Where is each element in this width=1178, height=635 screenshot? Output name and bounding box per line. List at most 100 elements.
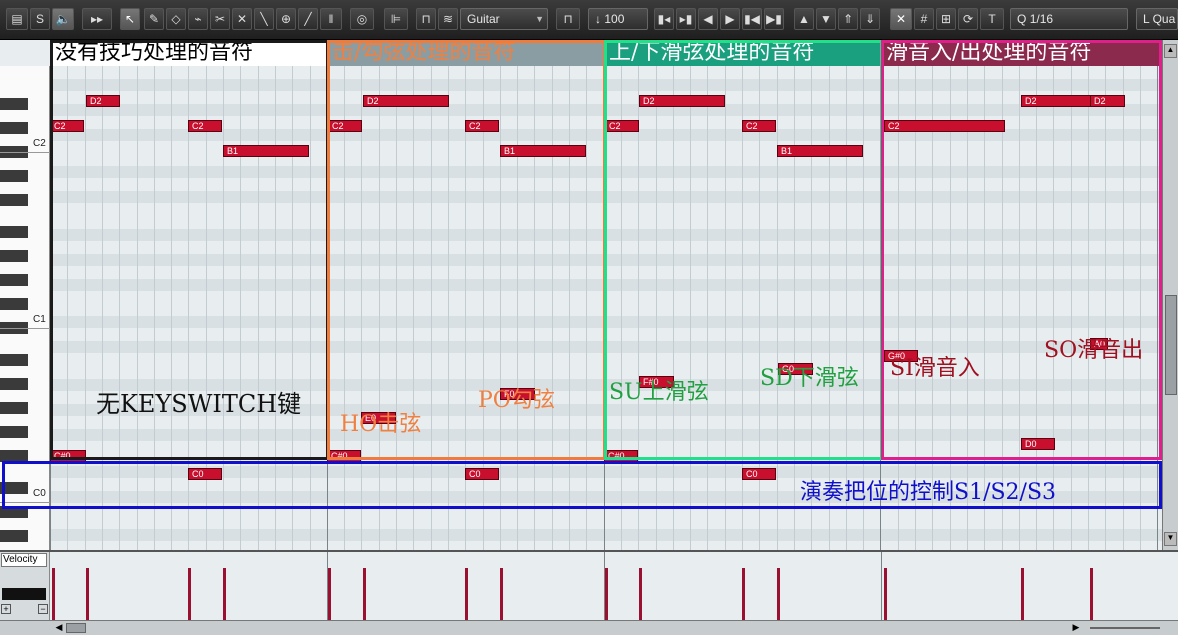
step-input-icon[interactable]: ⊓ <box>416 8 436 30</box>
remove-lane-icon[interactable]: − <box>38 604 48 614</box>
time-warp-icon[interactable]: ‖ <box>320 8 342 30</box>
octave-up-icon[interactable]: ⇑ <box>838 8 858 30</box>
velocity-bar[interactable] <box>639 568 642 620</box>
prev-event-icon[interactable]: ◀ <box>698 8 718 30</box>
next-event-icon[interactable]: ▶ <box>720 8 740 30</box>
snap-type-icon[interactable]: T <box>980 8 1004 30</box>
black-key[interactable] <box>0 426 28 438</box>
black-key[interactable] <box>0 354 28 366</box>
black-key[interactable] <box>0 530 28 542</box>
velocity-icon: ↓ <box>595 12 601 26</box>
section-box-hammer-pull <box>327 40 606 460</box>
velocity-bar[interactable] <box>884 568 887 620</box>
quantize-type-select[interactable]: L Qua <box>1136 8 1178 30</box>
nudge-right-icon[interactable]: ▶▮ <box>764 8 784 30</box>
black-key[interactable] <box>0 194 28 206</box>
section-box-slide-in-out <box>881 40 1162 460</box>
scroll-right-icon[interactable]: ▶ <box>1070 622 1082 634</box>
zoom-slider[interactable] <box>1090 627 1160 629</box>
controller-type-select[interactable]: Velocity <box>1 553 47 567</box>
black-key[interactable] <box>0 122 28 134</box>
velocity-bar[interactable] <box>188 568 191 620</box>
annotation-position-control: 演奏把位的控制S1/S2/S3 <box>800 480 1057 505</box>
transpose-up-icon[interactable]: ▲ <box>794 8 814 30</box>
black-key[interactable] <box>0 298 28 310</box>
octave-divider <box>0 328 50 329</box>
quantize-grid-icon[interactable]: ⊞ <box>936 8 956 30</box>
black-key[interactable] <box>0 170 28 182</box>
velocity-bar[interactable] <box>328 568 331 620</box>
black-key-row <box>50 528 1162 541</box>
object-selection-tool-icon[interactable]: ↖ <box>120 8 140 30</box>
snap-icon[interactable]: ✕ <box>890 8 912 30</box>
solo-button[interactable]: S <box>30 8 50 30</box>
velocity-bar[interactable] <box>465 568 468 620</box>
black-key[interactable] <box>0 378 28 390</box>
controller-lane[interactable]: Velocity + − <box>0 550 1178 622</box>
octave-down-icon[interactable]: ⇓ <box>860 8 880 30</box>
vertical-scroll-thumb[interactable] <box>1165 295 1177 395</box>
horizontal-scroll-thumb[interactable] <box>66 623 86 633</box>
velocity-bar[interactable] <box>605 568 608 620</box>
zoom-tool-icon[interactable]: ⊕ <box>276 8 296 30</box>
annotation-slide-in: SI滑音入 <box>890 356 980 381</box>
line-tool-icon[interactable]: ╲ <box>254 8 274 30</box>
velocity-bar[interactable] <box>777 568 780 620</box>
nudge-left-icon[interactable]: ▮◀ <box>742 8 762 30</box>
vertical-scrollbar[interactable]: ▲ ▼ <box>1162 40 1178 550</box>
black-key[interactable] <box>0 402 28 414</box>
erase-tool-icon[interactable]: ◇ <box>166 8 186 30</box>
mute-tool-icon[interactable]: ✕ <box>232 8 252 30</box>
autoscroll-icon[interactable]: ▸▸ <box>82 8 112 30</box>
transpose-down-icon[interactable]: ▼ <box>816 8 836 30</box>
annotation-slide-down: SD下滑弦 <box>760 366 859 391</box>
key-editor: 1234223432344234 C2C1C0 D2C2C2B1D2C2C2B1… <box>0 40 1178 566</box>
goto-start-icon[interactable]: ▮◂ <box>654 8 674 30</box>
annotation-no-keyswitch: 无KEYSWITCH键 <box>96 390 302 418</box>
controller-display <box>2 588 46 600</box>
black-key[interactable] <box>0 98 28 110</box>
velocity-bar[interactable] <box>742 568 745 620</box>
draw-tool-icon[interactable]: ✎ <box>144 8 164 30</box>
quantize-select[interactable]: Q 1/16 <box>1010 8 1128 30</box>
velocity-bar[interactable] <box>1021 568 1024 620</box>
add-lane-icon[interactable]: + <box>1 604 11 614</box>
black-key[interactable] <box>0 274 28 286</box>
grid-icon[interactable]: # <box>914 8 934 30</box>
insert-velocity-icon[interactable]: ⊓ <box>556 8 580 30</box>
velocity-field[interactable]: ↓ 100 <box>588 8 648 30</box>
chevron-down-icon: ▼ <box>535 14 544 24</box>
goto-end-icon[interactable]: ▸▮ <box>676 8 696 30</box>
scroll-up-icon[interactable]: ▲ <box>1164 44 1177 58</box>
velocity-bar[interactable] <box>363 568 366 620</box>
acoustic-feedback-icon[interactable]: 🔈 <box>52 8 74 30</box>
toolbar: ▤ S 🔈 ▸▸ ↖ ✎ ◇ ⌁ ✂ ✕ ╲ ⊕ ╱ ‖ ◎ ⊫ ⊓ ≋ Gui… <box>0 0 1178 40</box>
lane-bar-line <box>327 552 328 622</box>
line-draw-icon[interactable]: ╱ <box>298 8 318 30</box>
trim-tool-icon[interactable]: ⌁ <box>188 8 208 30</box>
lane-bar-line <box>881 552 882 622</box>
velocity-bar[interactable] <box>52 568 55 620</box>
velocity-bar[interactable] <box>1090 568 1093 620</box>
annotation-hammer-on: HO击弦 <box>340 412 422 437</box>
horizontal-scrollbar[interactable]: ◀ ▶ <box>0 620 1178 635</box>
scroll-left-icon[interactable]: ◀ <box>52 622 66 634</box>
split-tool-icon[interactable]: ✂ <box>210 8 230 30</box>
show-info-icon[interactable]: ▤ <box>6 8 28 30</box>
track-icon[interactable]: ≋ <box>438 8 458 30</box>
velocity-bar[interactable] <box>500 568 503 620</box>
black-key[interactable] <box>0 250 28 262</box>
quantize-value: 1/16 <box>1029 12 1054 26</box>
black-key[interactable] <box>0 226 28 238</box>
colorize-icon[interactable]: ◎ <box>350 8 374 30</box>
key-label: C1 <box>33 314 46 325</box>
track-select[interactable]: Guitar ▼ <box>460 8 548 30</box>
velocity-area[interactable] <box>50 552 1162 622</box>
independent-track-loop-icon[interactable]: ⊫ <box>384 8 408 30</box>
scroll-down-icon[interactable]: ▼ <box>1164 532 1177 546</box>
annotation-slide-up: SU上滑弦 <box>609 380 709 405</box>
velocity-bar[interactable] <box>223 568 226 620</box>
quantize-type-label: Qua <box>1152 12 1176 26</box>
velocity-bar[interactable] <box>86 568 89 620</box>
loop-icon[interactable]: ⟳ <box>958 8 978 30</box>
